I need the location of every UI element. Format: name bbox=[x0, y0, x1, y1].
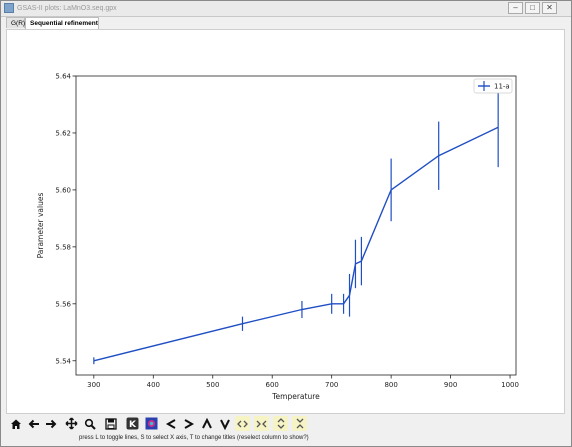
palette-icon[interactable] bbox=[144, 416, 159, 431]
legend-label: 11-a bbox=[494, 83, 510, 91]
x-tick-label: 600 bbox=[266, 381, 279, 389]
title-bar[interactable]: GSAS-II plots: LaMnO3.seq.gpx – □ ✕ bbox=[1, 1, 571, 17]
tab-sequential-refinement[interactable]: Sequential refinement bbox=[25, 17, 99, 29]
tab-gr[interactable]: G(R) bbox=[6, 17, 25, 28]
x-tick-label: 500 bbox=[206, 381, 219, 389]
forward-arrow-icon[interactable] bbox=[43, 416, 58, 431]
y-tick-label: 5.60 bbox=[55, 186, 71, 194]
y-tick-label: 5.58 bbox=[55, 243, 71, 251]
x-axis-label: Temperature bbox=[271, 392, 320, 401]
sequential-refinement-chart[interactable]: 300 400 500 600 700 800 900 1000 5.54 5.56 5.58 5.6… bbox=[7, 30, 564, 413]
back-arrow-icon[interactable] bbox=[26, 416, 41, 431]
x-tick-label: 800 bbox=[384, 381, 397, 389]
y-tick-label: 5.56 bbox=[55, 300, 71, 308]
less-than-icon[interactable] bbox=[163, 416, 178, 431]
zoom-icon[interactable] bbox=[82, 416, 97, 431]
k-key-icon[interactable]: K bbox=[125, 416, 140, 431]
x-tick-label: 300 bbox=[87, 381, 100, 389]
x-tick-label: 700 bbox=[325, 381, 338, 389]
plot-toolbar: K bbox=[6, 415, 565, 433]
plot-canvas[interactable]: 300 400 500 600 700 800 900 1000 5.54 5.56 5.58 5.6… bbox=[6, 29, 565, 414]
x-tick-label: 900 bbox=[444, 381, 457, 389]
y-axis-label: Parameter values bbox=[36, 193, 45, 259]
y-tick-label: 5.64 bbox=[55, 73, 71, 81]
close-button[interactable]: ✕ bbox=[542, 2, 557, 14]
greater-than-icon[interactable] bbox=[181, 416, 196, 431]
pan-icon[interactable] bbox=[64, 416, 79, 431]
x-tick-label: 400 bbox=[147, 381, 160, 389]
plot-area-frame bbox=[75, 75, 517, 376]
status-bar: press L to toggle lines, S to select X a… bbox=[79, 435, 309, 441]
svg-text:K: K bbox=[129, 420, 137, 430]
expand-h-icon[interactable] bbox=[235, 416, 250, 431]
app-icon bbox=[4, 3, 14, 13]
y-tick-label: 5.62 bbox=[55, 129, 71, 137]
expand-v-icon[interactable] bbox=[273, 416, 288, 431]
minimize-button[interactable]: – bbox=[508, 2, 523, 14]
maximize-button[interactable]: □ bbox=[525, 2, 540, 14]
plot-window: GSAS-II plots: LaMnO3.seq.gpx – □ ✕ G(R)… bbox=[0, 0, 572, 447]
window-title: GSAS-II plots: LaMnO3.seq.gpx bbox=[17, 5, 117, 12]
y-tick-label: 5.54 bbox=[55, 357, 71, 365]
x-tick-label: 1000 bbox=[501, 381, 519, 389]
save-icon[interactable] bbox=[103, 416, 118, 431]
home-icon[interactable] bbox=[8, 416, 23, 431]
caret-down-icon[interactable] bbox=[217, 416, 232, 431]
caret-up-icon[interactable] bbox=[199, 416, 214, 431]
shrink-v-icon[interactable] bbox=[292, 416, 307, 431]
shrink-h-icon[interactable] bbox=[254, 416, 269, 431]
